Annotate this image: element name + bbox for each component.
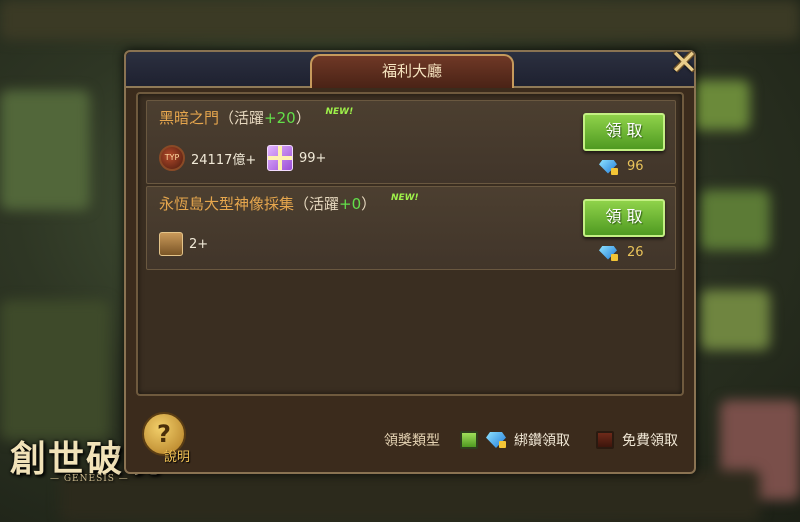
- background-blur: [690, 80, 750, 130]
- activity-name: 黑暗之門: [159, 109, 220, 127]
- reward-quantity: 2+: [189, 236, 209, 252]
- background-blur: [700, 290, 770, 350]
- legend-free-label: 免費領取: [622, 433, 678, 449]
- close-icon[interactable]: ✕: [668, 46, 700, 80]
- background-blur: [700, 190, 770, 250]
- claim-cost: 96: [599, 159, 644, 175]
- legend-green-swatch: [460, 431, 478, 449]
- activity-paren-open: （活躍: [294, 195, 340, 213]
- activity-paren-close: ）: [295, 109, 311, 127]
- footer-bar: ? 說明 領獎類型 綁鑽領取 免費領取: [126, 400, 694, 472]
- legend-red-swatch: [596, 431, 614, 449]
- activity-row: 黑暗之門（活躍+20） NEW! TYP 24117億+ 99+ 領 取 96: [146, 100, 676, 184]
- background-blur: [0, 90, 90, 210]
- legend-bound: 綁鑽領取: [460, 430, 570, 450]
- help-label[interactable]: 說明: [164, 446, 190, 465]
- logo-subtitle: — GENESIS —: [50, 474, 129, 484]
- gift-box-icon: [267, 145, 293, 171]
- legend-label: 領獎類型: [384, 433, 440, 449]
- activity-paren-open: （活躍: [219, 109, 265, 127]
- reward-item: 2+: [159, 229, 208, 259]
- reward-quantity: 24117億+: [191, 152, 257, 168]
- claim-cost: 26: [599, 245, 644, 261]
- activity-points: +0: [339, 195, 362, 213]
- reward-item: TYP 24117億+: [159, 143, 256, 173]
- new-badge: NEW!: [390, 193, 419, 203]
- currency-coin-icon: TYP: [159, 145, 185, 171]
- bound-diamond-icon: [599, 245, 618, 261]
- claim-button[interactable]: 領 取: [583, 199, 665, 237]
- legend-title: 領獎類型: [384, 430, 440, 450]
- activity-points: +20: [264, 109, 296, 127]
- legend-free: 免費領取: [596, 430, 678, 450]
- activity-name: 永恆島大型神像採集: [159, 195, 295, 213]
- treasure-chest-icon: [159, 232, 183, 256]
- activity-list: 黑暗之門（活躍+20） NEW! TYP 24117億+ 99+ 領 取 96: [136, 92, 684, 396]
- cost-value: 96: [627, 159, 644, 174]
- legend-bound-label: 綁鑽領取: [514, 433, 570, 449]
- activity-title: 永恆島大型神像採集（活躍+0） NEW!: [159, 193, 419, 214]
- bound-diamond-icon: [486, 432, 506, 448]
- panel-header: 福利大廳: [126, 52, 694, 88]
- activity-row: 永恆島大型神像採集（活躍+0） NEW! 2+ 領 取 26: [146, 186, 676, 270]
- activity-title: 黑暗之門（活躍+20） NEW!: [159, 107, 353, 128]
- reward-item: 99+: [267, 143, 326, 173]
- reward-quantity: 99+: [299, 150, 327, 166]
- bound-diamond-icon: [599, 159, 618, 175]
- claim-button[interactable]: 領 取: [583, 113, 665, 151]
- panel-title: 福利大廳: [310, 54, 514, 88]
- background-blur: [0, 0, 800, 40]
- background-blur: [0, 300, 110, 440]
- new-badge: NEW!: [325, 107, 354, 117]
- cost-value: 26: [627, 245, 644, 260]
- welfare-hall-panel: 福利大廳 ✕ 黑暗之門（活躍+20） NEW! TYP 24117億+ 99+ …: [124, 46, 698, 474]
- activity-paren-close: ）: [361, 195, 377, 213]
